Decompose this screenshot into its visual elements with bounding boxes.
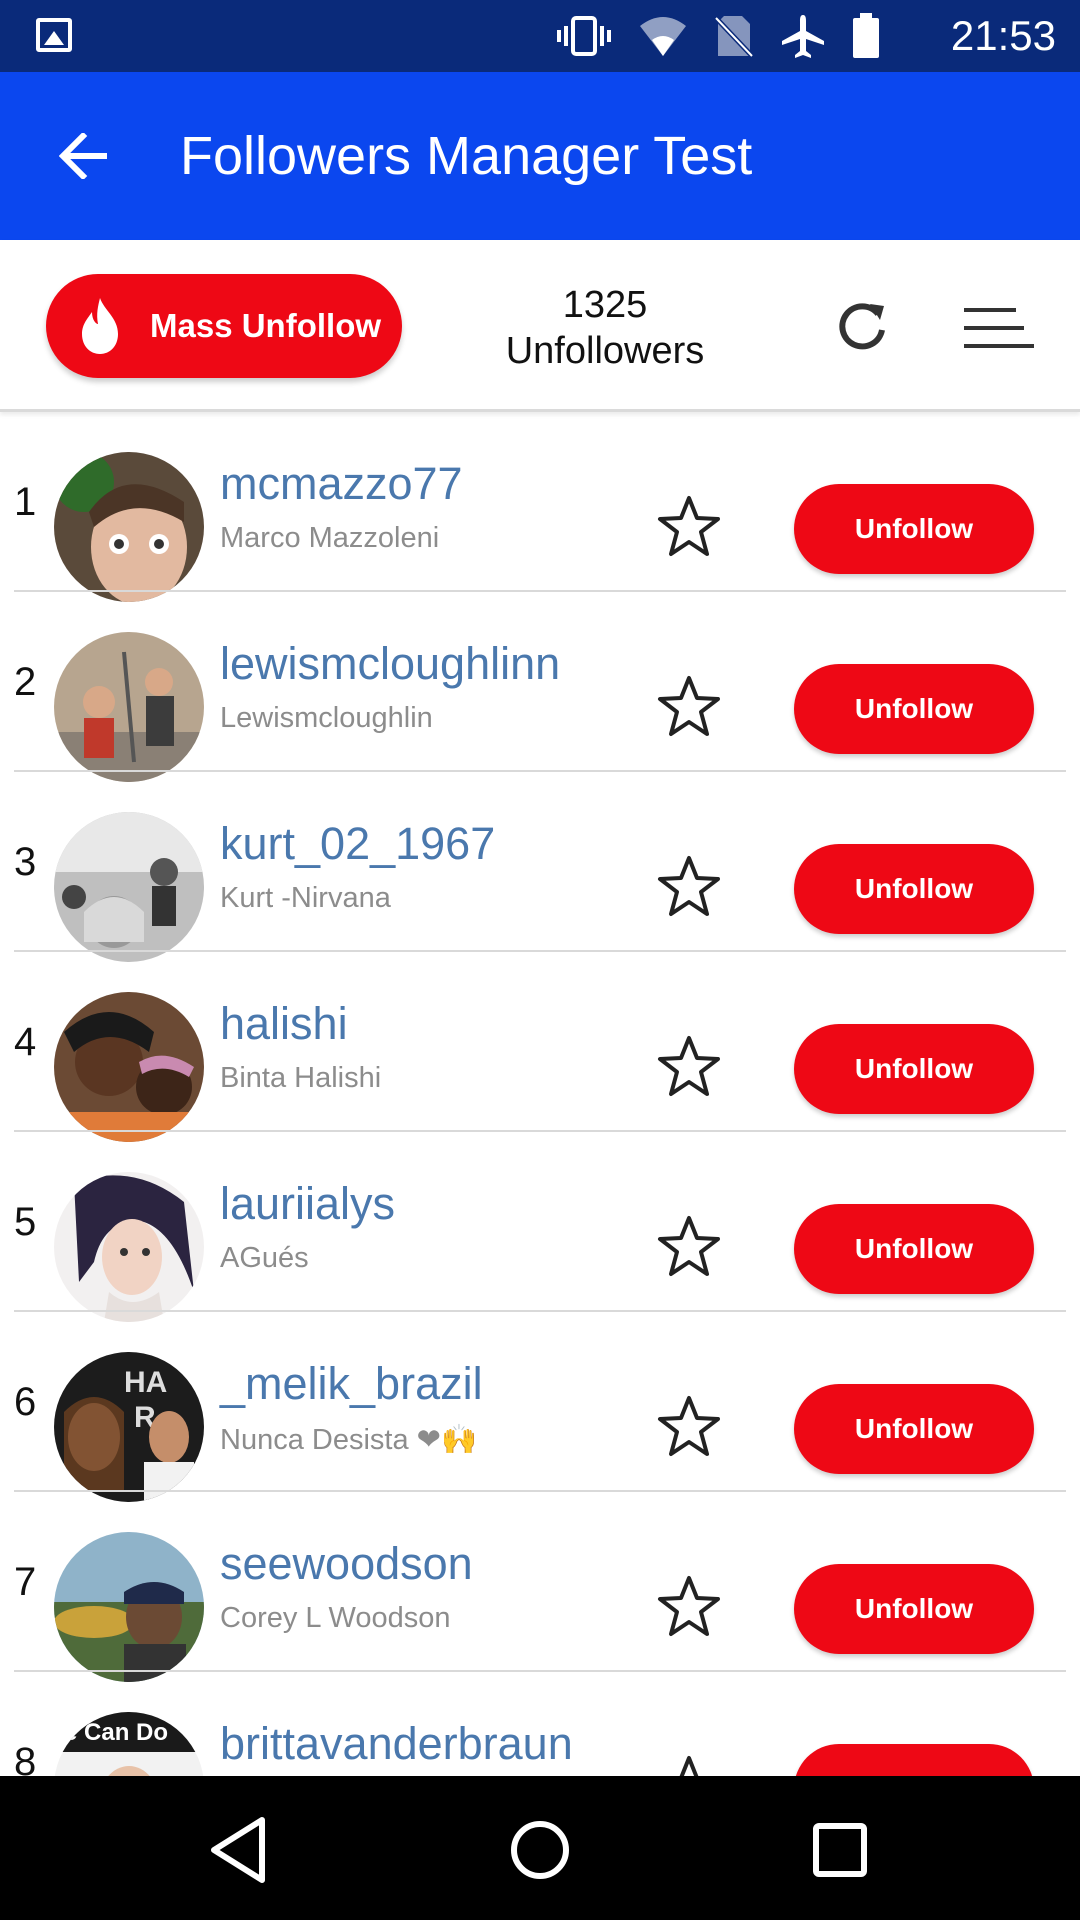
- list-item[interactable]: 4 halishi Binta Halishi Unfollow: [0, 952, 1080, 1142]
- username[interactable]: seewoodson: [220, 1538, 473, 1590]
- star-icon[interactable]: [656, 1574, 722, 1640]
- unfollowers-list[interactable]: 1 mcmazzo77 Marco Mazzoleni Unfollow 2 l…: [0, 412, 1080, 1776]
- recents-square-icon[interactable]: [800, 1810, 880, 1890]
- avatar[interactable]: e Can Do: [54, 1712, 204, 1776]
- list-item[interactable]: 1 mcmazzo77 Marco Mazzoleni Unfollow: [0, 412, 1080, 602]
- unfollow-button[interactable]: Unfollow: [794, 1744, 1034, 1776]
- username[interactable]: halishi: [220, 998, 348, 1050]
- arrow-back-icon: [59, 133, 107, 179]
- star-icon[interactable]: [656, 1754, 722, 1776]
- unfollowers-count: 1325: [562, 284, 648, 326]
- system-nav-bar: [0, 1776, 1080, 1920]
- status-bar: 21:53: [0, 0, 1080, 72]
- rank-number: 1: [14, 480, 37, 524]
- avatar[interactable]: [54, 1172, 204, 1322]
- avatar[interactable]: [54, 1532, 204, 1682]
- avatar[interactable]: [54, 452, 204, 602]
- star-icon[interactable]: [656, 674, 722, 740]
- full-name: Marco Mazzoleni: [220, 522, 440, 554]
- refresh-icon: [839, 303, 885, 350]
- avatar[interactable]: HA R: [54, 1352, 204, 1502]
- status-icons: [556, 12, 880, 60]
- back-button[interactable]: [48, 120, 120, 192]
- username[interactable]: lauriialys: [220, 1178, 395, 1230]
- airplane-mode-icon: [782, 15, 824, 58]
- unfollow-button[interactable]: Unfollow: [794, 1564, 1034, 1654]
- list-item[interactable]: 8 e Can Do brittavanderbraun Unfollow: [0, 1672, 1080, 1776]
- menu-icon: [964, 308, 1034, 348]
- avatar[interactable]: [54, 632, 204, 782]
- page-title: Followers Manager Test: [180, 126, 753, 186]
- star-icon[interactable]: [656, 494, 722, 560]
- avatar[interactable]: [54, 812, 204, 962]
- username[interactable]: kurt_02_1967: [220, 818, 495, 870]
- unfollow-button[interactable]: Unfollow: [794, 664, 1034, 754]
- rank-number: 3: [14, 840, 37, 884]
- unfollowers-count-label: Unfollowers: [505, 330, 705, 372]
- image-icon: [36, 18, 72, 52]
- full-name: Lewismcloughlin: [220, 702, 433, 734]
- list-item[interactable]: 2 lewismcloughlinn Lewismcloughlin Unfol…: [0, 592, 1080, 782]
- rank-number: 7: [14, 1560, 37, 1604]
- star-icon[interactable]: [656, 1214, 722, 1280]
- username[interactable]: _melik_brazil: [220, 1358, 483, 1410]
- rank-number: 8: [14, 1740, 37, 1776]
- no-sim-icon: [714, 16, 754, 58]
- unfollow-button[interactable]: Unfollow: [794, 484, 1034, 574]
- username[interactable]: brittavanderbraun: [220, 1718, 573, 1770]
- list-item[interactable]: 6 HA R _melik_brazil Nunca Desista ❤🙌 Unf…: [0, 1312, 1080, 1502]
- mass-unfollow-button[interactable]: Mass Unfollow: [46, 274, 402, 378]
- list-item[interactable]: 7 seewoodson Corey L Woodson Unfollow: [0, 1492, 1080, 1682]
- mass-unfollow-label: Mass Unfollow: [150, 307, 382, 344]
- unfollow-button[interactable]: Unfollow: [794, 1024, 1034, 1114]
- unfollow-button[interactable]: Unfollow: [794, 844, 1034, 934]
- status-time: 21:53: [950, 12, 1056, 59]
- home-circle-icon[interactable]: [500, 1810, 580, 1890]
- app-bar: Followers Manager Test: [0, 72, 1080, 240]
- flame-icon: [82, 298, 118, 354]
- full-name: Nunca Desista ❤🙌: [220, 1424, 478, 1456]
- full-name: Corey L Woodson: [220, 1602, 451, 1634]
- list-item[interactable]: 3 kurt_02_1967 Kurt -Nirvana Unfollow: [0, 772, 1080, 962]
- rank-number: 5: [14, 1200, 37, 1244]
- unfollowers-counter: 1325 Unfollowers: [470, 282, 740, 374]
- avatar[interactable]: [54, 992, 204, 1142]
- username[interactable]: mcmazzo77: [220, 458, 463, 510]
- rank-number: 6: [14, 1380, 37, 1424]
- svg-text:e Can Do: e Can Do: [64, 1719, 168, 1746]
- rank-number: 2: [14, 660, 37, 704]
- list-item[interactable]: 5 lauriialys AGués Unfollow: [0, 1132, 1080, 1322]
- back-triangle-icon[interactable]: [200, 1810, 280, 1890]
- full-name: AGués: [220, 1242, 309, 1274]
- star-icon[interactable]: [656, 854, 722, 920]
- star-icon[interactable]: [656, 1034, 722, 1100]
- svg-text:HA: HA: [124, 1366, 167, 1399]
- toolbar: Mass Unfollow 1325 Unfollowers: [0, 240, 1080, 412]
- unfollow-button[interactable]: Unfollow: [794, 1384, 1034, 1474]
- vibrate-icon: [557, 16, 611, 56]
- full-name: Binta Halishi: [220, 1062, 382, 1094]
- battery-icon: [853, 13, 879, 58]
- username[interactable]: lewismcloughlinn: [220, 638, 560, 690]
- full-name: Kurt -Nirvana: [220, 882, 391, 914]
- star-icon[interactable]: [656, 1394, 722, 1460]
- menu-button[interactable]: [960, 296, 1036, 360]
- unfollow-button[interactable]: Unfollow: [794, 1204, 1034, 1294]
- rank-number: 4: [14, 1020, 37, 1064]
- wifi-icon: [640, 17, 686, 56]
- refresh-button[interactable]: [830, 296, 894, 360]
